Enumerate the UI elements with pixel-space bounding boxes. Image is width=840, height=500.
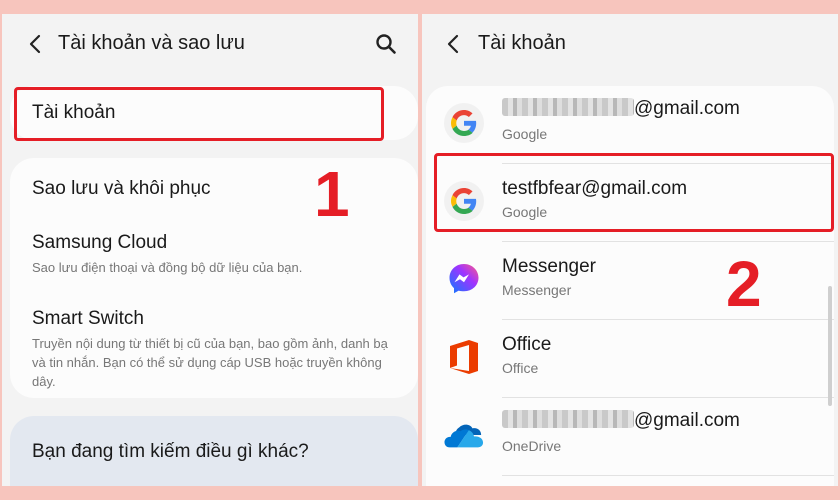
search-icon xyxy=(376,34,396,54)
highlight-box-accounts xyxy=(14,87,384,141)
samsung-cloud-label: Samsung Cloud xyxy=(32,232,168,253)
search-suggestion-text: Bạn đang tìm kiếm điều gì khác? xyxy=(32,441,309,462)
search-suggestion-card[interactable]: Bạn đang tìm kiếm điều gì khác? xyxy=(10,416,418,486)
top-app-bar: Tài khoản xyxy=(422,14,838,76)
app-name: Office xyxy=(502,334,552,355)
account-type: Google xyxy=(502,126,548,142)
back-arrow-icon xyxy=(29,34,41,54)
back-arrow-icon xyxy=(447,34,459,54)
office-icon xyxy=(444,337,484,377)
top-app-bar: Tài khoản và sao lưu xyxy=(2,14,418,76)
highlight-box-account xyxy=(434,153,834,232)
account-item-messenger[interactable]: Messenger Messenger xyxy=(426,242,834,320)
step-number-2: 2 xyxy=(726,248,762,320)
account-type: Messenger xyxy=(502,282,572,298)
account-item-onedrive[interactable]: @gmail.com OneDrive xyxy=(426,398,834,476)
account-backup-screen: Tài khoản và sao lưu Tài khoản Sao lưu v… xyxy=(2,14,418,486)
backup-restore-label: Sao lưu và khôi phục xyxy=(32,178,211,199)
back-button[interactable] xyxy=(24,32,46,56)
account-email: @gmail.com xyxy=(502,410,740,432)
account-type: Office xyxy=(502,360,539,376)
samsung-cloud-description: Sao lưu điện thoại và đồng bộ dữ liệu củ… xyxy=(32,260,303,275)
redacted-email xyxy=(502,410,634,428)
messenger-icon xyxy=(444,259,484,299)
divider xyxy=(502,475,834,476)
step-number-1: 1 xyxy=(314,158,350,230)
smart-switch-item[interactable]: Smart Switch Truyền nội dung từ thiết bị… xyxy=(10,306,418,392)
back-button[interactable] xyxy=(442,32,464,56)
account-item-office[interactable]: Office Office xyxy=(426,320,834,398)
backup-restore-item[interactable]: Sao lưu và khôi phục xyxy=(10,158,418,216)
app-name: Messenger xyxy=(502,256,596,277)
account-type: OneDrive xyxy=(502,438,562,454)
page-title: Tài khoản xyxy=(478,32,566,54)
samsung-cloud-item[interactable]: Samsung Cloud Sao lưu điện thoại và đồng… xyxy=(10,230,418,292)
backup-card: Sao lưu và khôi phục Samsung Cloud Sao l… xyxy=(10,158,418,398)
search-button[interactable] xyxy=(374,32,398,56)
onedrive-icon xyxy=(444,415,484,455)
smart-switch-label: Smart Switch xyxy=(32,308,144,329)
smart-switch-description: Truyền nội dung từ thiết bị cũ của bạn, … xyxy=(32,336,388,389)
account-email: @gmail.com xyxy=(502,98,740,120)
scrollbar[interactable] xyxy=(828,286,832,406)
redacted-email xyxy=(502,98,634,116)
accounts-list: @gmail.com Google testfbfear@gmail.com G… xyxy=(426,86,834,486)
accounts-screen: Tài khoản @gmail.com Google testfbfear@g… xyxy=(422,14,838,486)
google-icon xyxy=(444,103,484,143)
page-title: Tài khoản và sao lưu xyxy=(58,32,245,54)
